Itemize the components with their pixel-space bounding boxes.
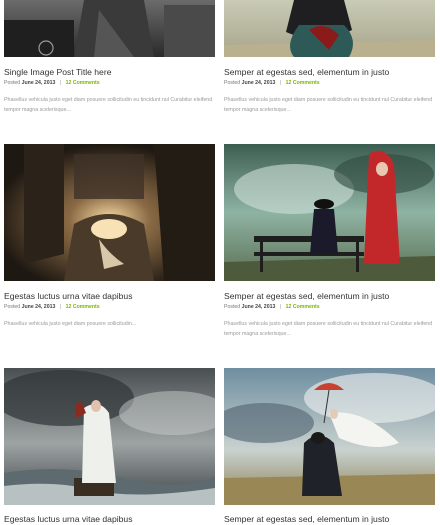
- post-excerpt: Phasellus vehicula justo eget diam posue…: [224, 321, 433, 337]
- post-meta: Posted June 24, 2013 | 12 Comments: [224, 304, 435, 311]
- post-card: Semper at egestas sed, elementum in just…: [224, 144, 435, 344]
- post-excerpt: Phasellus vehicula justo eget diam posue…: [4, 321, 137, 327]
- post-thumbnail[interactable]: [224, 368, 435, 505]
- post-image[interactable]: [4, 368, 215, 505]
- post-thumbnail[interactable]: [4, 368, 215, 505]
- post-date: June 24, 2013: [21, 304, 56, 310]
- post-title[interactable]: Semper at egestas sed, elementum in just…: [224, 291, 435, 302]
- post-card: Egestas luctus urna vitae dapibus Posted…: [4, 144, 215, 344]
- post-image[interactable]: [224, 0, 435, 57]
- posted-label: Posted: [4, 80, 21, 86]
- post-card: Semper at egestas sed, elementum in just…: [224, 368, 435, 524]
- post-image[interactable]: [224, 368, 435, 505]
- post-image[interactable]: [224, 144, 435, 281]
- post-meta: Posted June 24, 2013 | 12 Comments: [4, 80, 215, 87]
- post-excerpt: Phasellus vehicula justo eget diam posue…: [4, 97, 213, 113]
- comments-link[interactable]: 12 Comments: [66, 304, 100, 310]
- meta-separator: |: [279, 80, 282, 86]
- meta-separator: |: [279, 304, 282, 310]
- meta-separator: |: [59, 80, 62, 86]
- post-card: Semper at egestas sed, elementum in just…: [224, 0, 435, 120]
- post-card: Single Image Post Title here Posted June…: [4, 0, 215, 120]
- post-image[interactable]: [4, 144, 215, 281]
- post-meta: Posted June 24, 2013 | 12 Comments: [224, 80, 435, 87]
- post-title[interactable]: Semper at egestas sed, elementum in just…: [224, 67, 435, 78]
- post-card: Egestas luctus urna vitae dapibus: [4, 368, 215, 524]
- post-thumbnail[interactable]: [4, 0, 215, 57]
- post-title[interactable]: Single Image Post Title here: [4, 67, 215, 78]
- post-thumbnail[interactable]: [224, 0, 435, 57]
- post-date: June 24, 2013: [241, 80, 276, 86]
- post-thumbnail[interactable]: [4, 144, 215, 281]
- meta-separator: |: [59, 304, 62, 310]
- post-thumbnail[interactable]: [224, 144, 435, 281]
- post-title[interactable]: Egestas luctus urna vitae dapibus: [4, 291, 215, 302]
- post-meta: Posted June 24, 2013 | 12 Comments: [4, 304, 215, 311]
- post-excerpt: Phasellus vehicula justo eget diam posue…: [224, 97, 433, 113]
- posted-label: Posted: [4, 304, 21, 310]
- post-date: June 24, 2013: [241, 304, 276, 310]
- post-date: June 24, 2013: [21, 80, 56, 86]
- post-grid: Single Image Post Title here Posted June…: [0, 0, 440, 524]
- comments-link[interactable]: 12 Comments: [286, 80, 320, 86]
- comments-link[interactable]: 12 Comments: [286, 304, 320, 310]
- comments-link[interactable]: 12 Comments: [66, 80, 100, 86]
- post-image[interactable]: [4, 0, 215, 57]
- posted-label: Posted: [224, 304, 241, 310]
- posted-label: Posted: [224, 80, 241, 86]
